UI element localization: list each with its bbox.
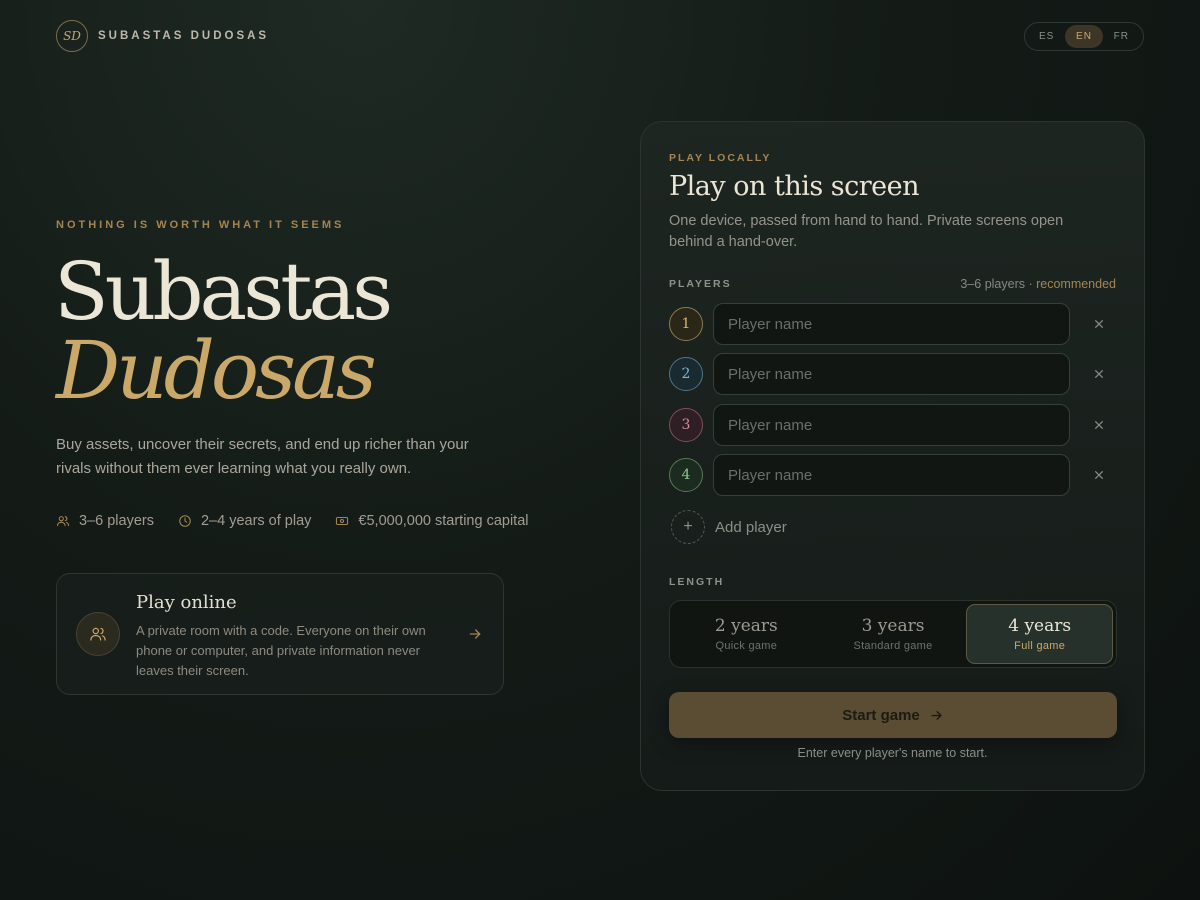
panel-eyebrow: PLAY LOCALLY	[669, 152, 772, 164]
player-name-input-2[interactable]	[713, 353, 1070, 395]
length-option-sublabel: Standard game	[853, 640, 933, 652]
remove-player-icon[interactable]	[1091, 366, 1107, 382]
length-option-sublabel: Quick game	[715, 640, 778, 652]
play-locally-panel: PLAY LOCALLY Play on this screen One dev…	[640, 121, 1145, 791]
language-switcher: ES EN FR	[1024, 22, 1144, 51]
player-number-badge: 4	[669, 458, 703, 492]
hero-tagline: Buy assets, uncover their secrets, and e…	[56, 436, 469, 477]
player-row: 2	[669, 353, 1117, 395]
length-option-4-years[interactable]: 4 years Full game	[966, 604, 1114, 664]
panel-title: Play on this screen	[669, 171, 920, 202]
length-option-sublabel: Full game	[1014, 640, 1066, 652]
brand-logo: SD	[56, 20, 88, 52]
add-player-label: Add player	[715, 518, 787, 536]
start-game-button[interactable]: Start game	[669, 692, 1117, 738]
plus-icon: +	[671, 510, 705, 544]
users-icon	[56, 516, 70, 527]
length-option-label: 4 years	[1008, 616, 1072, 636]
remove-player-icon[interactable]	[1091, 316, 1107, 332]
stat-capital: €5,000,000 starting capital	[335, 513, 529, 529]
length-option-label: 2 years	[714, 616, 778, 636]
length-option-2-years[interactable]: 2 years Quick game	[673, 604, 820, 664]
game-stats: 3–6 players 2–4 years of play €5,000,000…	[56, 513, 553, 529]
player-row: 3	[669, 404, 1117, 446]
banknote-icon	[336, 516, 349, 526]
hero-title-line2: Dudosas	[56, 324, 377, 417]
panel-description: One device, passed from hand to hand. Pr…	[669, 213, 1064, 250]
player-number-badge: 2	[669, 357, 703, 391]
remove-player-icon[interactable]	[1091, 417, 1107, 433]
players-hint-accent: recommended	[1036, 277, 1116, 291]
remove-player-icon[interactable]	[1091, 467, 1107, 483]
stat-capital-label: €5,000,000 starting capital	[358, 513, 529, 529]
player-name-input-3[interactable]	[713, 404, 1070, 446]
player-number-badge: 3	[669, 408, 703, 442]
players-hint-text: 3–6 players ·	[960, 277, 1037, 291]
length-selector: 2 years Quick game 3 years Standard game…	[669, 600, 1117, 668]
arrow-right-icon	[931, 710, 942, 720]
brand: SD SUBASTAS DUDOSAS	[56, 20, 269, 52]
stat-players: 3–6 players	[56, 513, 154, 529]
start-game-label: Start game	[842, 706, 920, 724]
players-label: PLAYERS	[669, 278, 732, 290]
player-name-input-1[interactable]	[713, 303, 1070, 345]
players-hint: 3–6 players · recommended	[960, 277, 1116, 291]
play-online-card[interactable]: Play online A private room with a code. …	[56, 573, 504, 695]
player-row: 1	[669, 303, 1117, 345]
length-option-3-years[interactable]: 3 years Standard game	[820, 604, 967, 664]
play-online-title: Play online	[136, 592, 237, 613]
length-label: LENGTH	[669, 576, 725, 588]
arrow-right-icon	[469, 629, 481, 639]
hero-eyebrow: NOTHING IS WORTH WHAT IT SEEMS	[56, 219, 345, 231]
lang-en-button[interactable]: EN	[1065, 25, 1103, 48]
add-player-button[interactable]: + Add player	[671, 510, 787, 544]
lang-fr-button[interactable]: FR	[1103, 25, 1140, 48]
clock-icon	[179, 515, 191, 527]
player-name-input-4[interactable]	[713, 454, 1070, 496]
stat-duration-label: 2–4 years of play	[200, 513, 312, 529]
stat-duration: 2–4 years of play	[178, 513, 311, 529]
brand-name: SUBASTAS DUDOSAS	[98, 30, 270, 42]
online-users-icon-wrap	[76, 612, 120, 656]
lang-es-button[interactable]: ES	[1028, 25, 1065, 48]
start-game-note: Enter every player's name to start.	[797, 746, 988, 760]
stat-players-label: 3–6 players	[79, 513, 154, 529]
users-icon	[90, 627, 106, 641]
length-option-label: 3 years	[861, 616, 925, 636]
player-number-badge: 1	[669, 307, 703, 341]
play-online-description: A private room with a code. Everyone on …	[136, 623, 426, 678]
player-row: 4	[669, 454, 1117, 496]
